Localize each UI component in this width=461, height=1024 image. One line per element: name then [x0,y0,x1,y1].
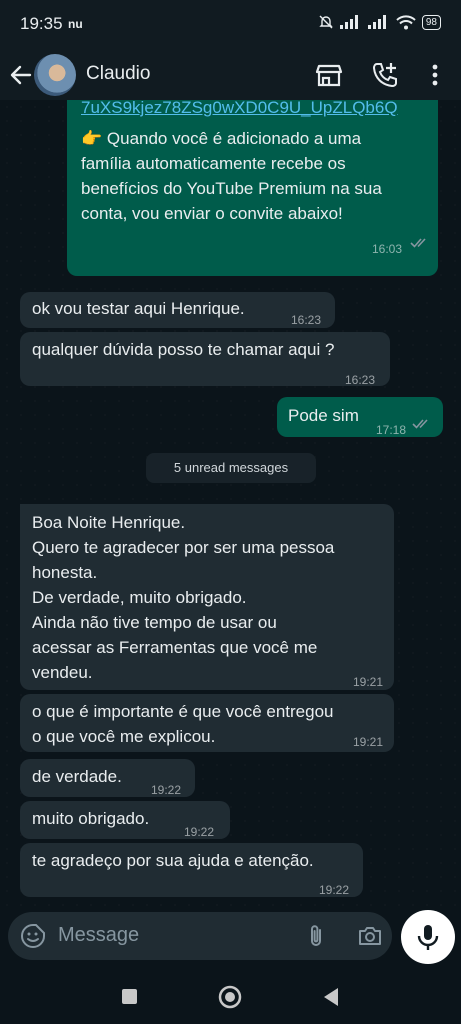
back-nav-icon[interactable] [322,987,340,1007]
message-time: 16:23 [291,313,322,327]
signal-icon [339,15,358,29]
message-line: conta, vou enviar o convite abaixo! [81,204,343,223]
message-line: vendeu. [32,663,93,682]
message-line: o que você me explicou. [32,727,216,746]
message-incoming[interactable]: te agradeço por sua ajuda e atenção. 19:… [20,843,363,897]
status-bar: 19:35 nu 98 [0,0,461,50]
message-incoming[interactable]: ok vou testar aqui Henrique. 16:23 [20,292,335,328]
microphone-button[interactable] [401,910,455,964]
chat-area[interactable]: 7uXS9kjez78ZSg0wXD0C9U_UpZLQb6Q 👉 Quando… [0,100,461,910]
message-line: o que é importante é que você entregou [32,702,334,721]
storefront-icon[interactable] [314,60,344,90]
contact-name[interactable]: Claudio [86,63,150,85]
arrow-left-icon[interactable] [8,60,34,90]
battery-icon: 98 [421,14,441,30]
add-call-icon[interactable] [370,60,400,90]
message-incoming[interactable]: muito obrigado. 19:22 [20,801,230,839]
unread-messages-divider: 5 unread messages [146,453,316,483]
status-carrier-label: nu [68,17,83,31]
message-line: família automaticamente recebe os [81,154,346,173]
message-incoming[interactable]: de verdade. 19:22 [20,759,195,797]
double-check-icon [412,419,428,429]
message-time: 19:21 [353,735,384,749]
sticker-icon[interactable] [20,923,46,949]
message-text: Pode sim [288,406,359,425]
home-icon[interactable] [218,985,242,1009]
message-line: benefícios do YouTube Premium na sua [81,179,382,198]
message-line: honesta. [32,563,98,582]
message-line: Quero te agradecer por ser uma pessoa [32,538,335,557]
message-outgoing[interactable]: 7uXS9kjez78ZSg0wXD0C9U_UpZLQb6Q 👉 Quando… [67,100,438,276]
chat-header: Claudio [0,50,461,100]
message-incoming[interactable]: Boa Noite Henrique. Quero te agradecer p… [20,504,394,690]
microphone-icon [417,925,439,950]
status-time: 19:35 [20,14,63,33]
message-line: Ainda não tive tempo de usar ou [32,613,277,632]
message-text: qualquer dúvida posso te chamar aqui ? [32,340,335,359]
message-text: 👉 Quando você é adicionado a uma família… [81,126,382,226]
message-time: 16:23 [345,373,376,387]
message-link[interactable]: 7uXS9kjez78ZSg0wXD0C9U_UpZLQb6Q [81,100,398,120]
message-line: acessar as Ferramentas que você me [32,638,318,657]
message-time: 19:21 [353,675,384,689]
message-text: muito obrigado. [32,809,150,828]
paperclip-icon[interactable] [303,923,329,949]
message-time: 19:22 [319,883,350,897]
system-nav-bar [0,972,461,1024]
signal-icon [367,15,386,29]
message-text: de verdade. [32,767,122,786]
message-time: 19:22 [151,783,182,797]
message-text: ok vou testar aqui Henrique. [32,299,245,318]
message-time: 16:03 [372,242,403,256]
message-outgoing[interactable]: Pode sim 17:18 [277,397,443,437]
message-input[interactable]: Message [58,924,139,947]
message-incoming[interactable]: o que é importante é que você entregou o… [20,694,394,752]
message-time: 17:18 [376,423,407,437]
message-text: o que é importante é que você entregou o… [32,699,334,749]
message-incoming[interactable]: qualquer dúvida posso te chamar aqui ? 1… [20,332,390,387]
message-text: te agradeço por sua ajuda e atenção. [32,851,314,870]
message-composer[interactable]: Message [8,912,392,960]
double-check-icon [410,238,426,248]
message-line: 👉 Quando você é adicionado a uma [81,129,362,148]
message-time: 19:22 [184,825,215,839]
message-text: Boa Noite Henrique. Quero te agradecer p… [32,510,334,685]
mute-icon [319,15,333,29]
status-icons: 98 [318,14,441,30]
camera-icon[interactable] [357,923,383,949]
more-vert-icon[interactable] [420,60,450,90]
avatar[interactable] [34,54,76,96]
message-line: De verdade, muito obrigado. [32,588,247,607]
wifi-icon [396,14,416,29]
message-line: Boa Noite Henrique. [32,513,186,532]
recents-icon[interactable] [121,988,138,1005]
